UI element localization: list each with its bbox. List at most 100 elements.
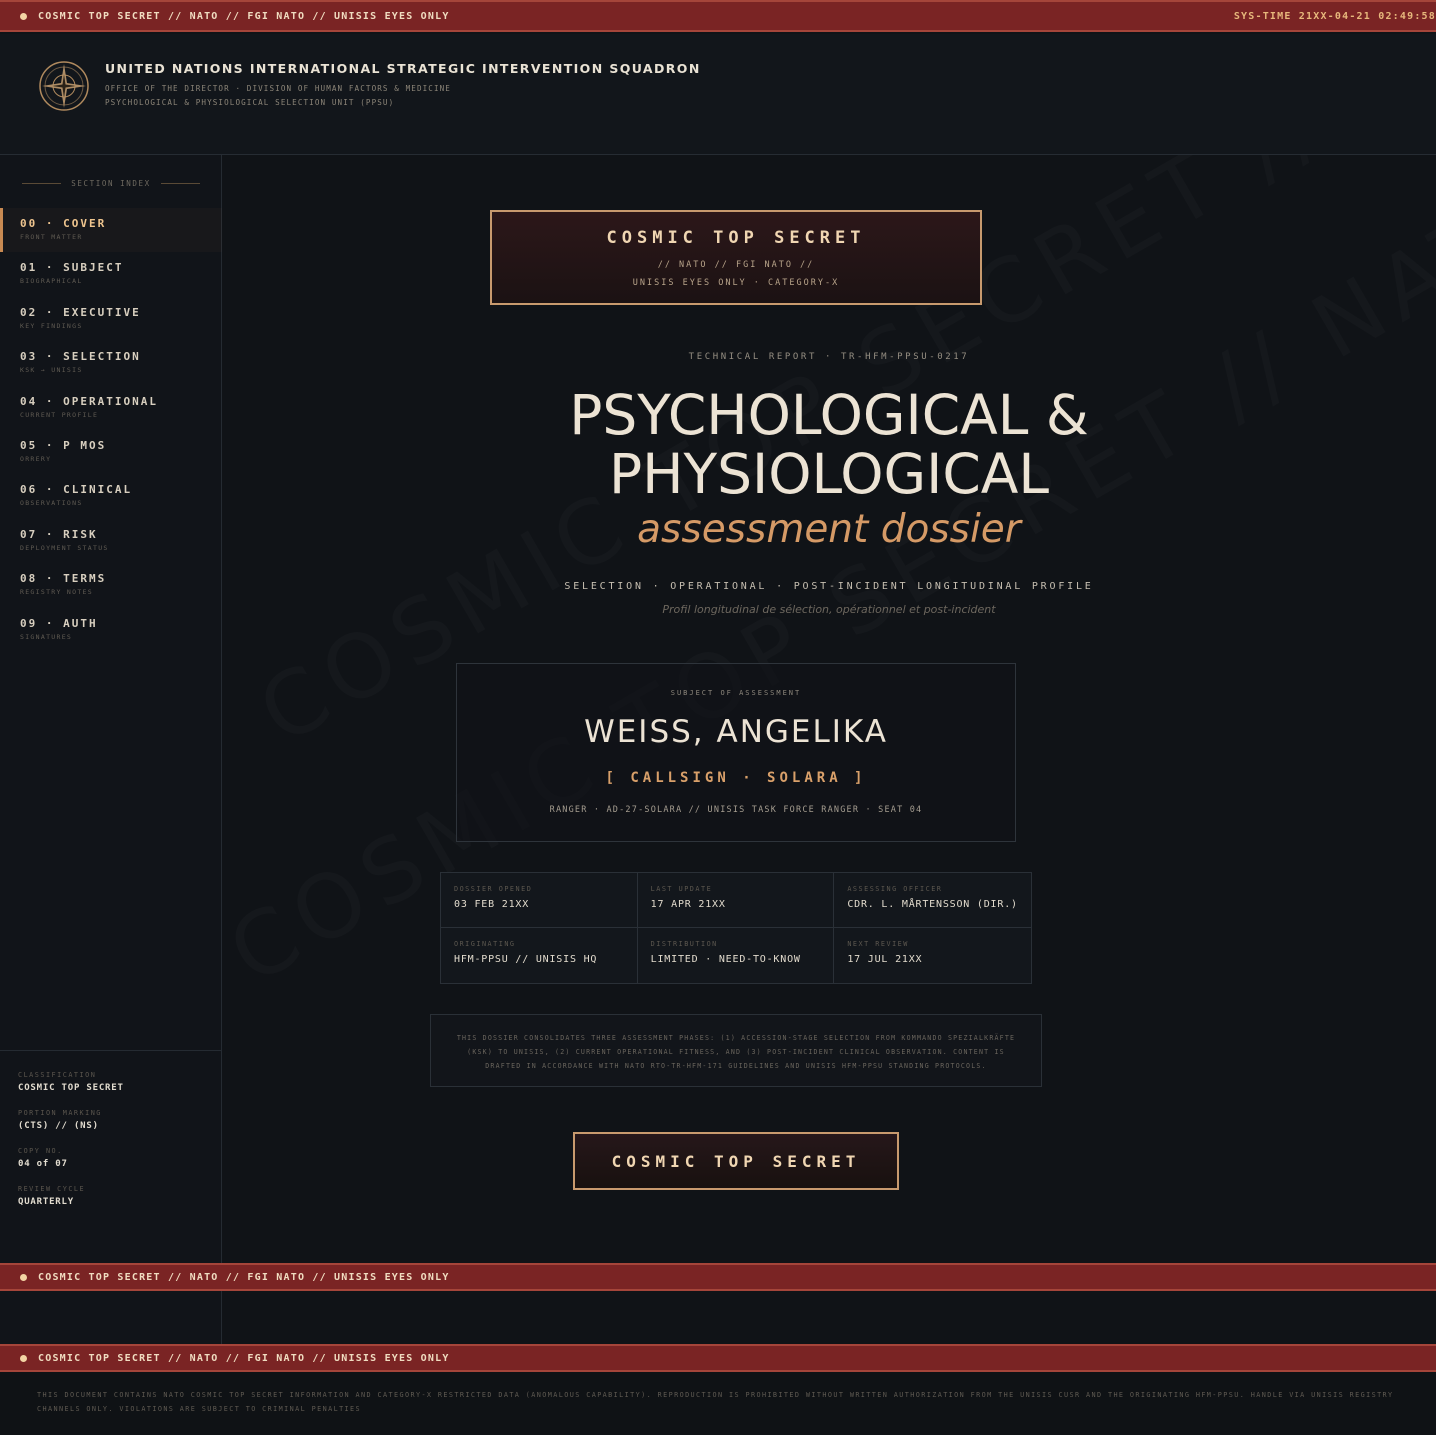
page-title-line1: PSYCHOLOGICAL & (569, 383, 1089, 447)
classification-box: COSMIC TOP SECRET // NATO // FGI NATO //… (490, 210, 982, 305)
nav-item-label: 09 · AUTH (20, 616, 98, 630)
nav-item-label: 04 · OPERATIONAL (20, 394, 158, 408)
fact-value: CDR. L. MÅRTENSSON (DIR.) (847, 899, 1018, 910)
fact-value: LIMITED · NEED-TO-KNOW (650, 954, 801, 965)
fact-cell: LAST UPDATE 17 APR 21XX (637, 873, 835, 928)
fact-key: ORIGINATING (454, 940, 516, 948)
nav-item-sub: FRONT MATTER (20, 233, 83, 241)
sidebar-continuation (0, 1291, 222, 1344)
section-index-heading: SECTION INDEX (22, 179, 200, 188)
sidebar: SECTION INDEX 00 · COVER FRONT MATTER 01… (0, 155, 222, 1263)
dossier-note: THIS DOSSIER CONSOLIDATES THREE ASSESSME… (430, 1014, 1042, 1087)
nav-item-selection[interactable]: 03 · SELECTION KSK → UNISIS (0, 341, 222, 385)
classification-banner-footer: COSMIC TOP SECRET // NATO // FGI NATO //… (0, 1344, 1436, 1372)
nav-item-label: 07 · RISK (20, 527, 98, 541)
meta-value-review-cycle: QUARTERLY (18, 1197, 74, 1207)
cover-page: COSMIC TOP SECRET // NATO // UNISIS COSM… (222, 155, 1436, 1263)
fact-key: DISTRIBUTION (650, 940, 718, 948)
classification-line2: UNISIS EYES ONLY · CATEGORY-X (632, 278, 840, 288)
banner-text: COSMIC TOP SECRET // NATO // FGI NATO //… (38, 1352, 450, 1364)
nav-item-executive[interactable]: 02 · EXECUTIVE KEY FINDINGS (0, 297, 222, 341)
fact-value: HFM-PPSU // UNISIS HQ (454, 954, 598, 965)
fact-key: ASSESSING OFFICER (847, 885, 943, 893)
fact-cell: DOSSIER OPENED 03 FEB 21XX (441, 873, 638, 928)
fact-value: 03 FEB 21XX (454, 899, 530, 910)
meta-key-classification: CLASSIFICATION (18, 1071, 97, 1079)
nav-item-sub: REGISTRY NOTES (20, 588, 93, 597)
subject-card: SUBJECT OF ASSESSMENT WEISS, ANGELIKA [ … (456, 663, 1016, 842)
nav-item-sub: SIGNATURES (20, 632, 73, 641)
meta-value-copy-no: 04 of 07 (18, 1159, 68, 1169)
office-line: OFFICE OF THE DIRECTOR · DIVISION OF HUM… (105, 84, 451, 93)
fact-key: DOSSIER OPENED (454, 885, 533, 893)
dossier-facts-grid: DOSSIER OPENED 03 FEB 21XX LAST UPDATE 1… (440, 872, 1032, 984)
compass-star-emblem-icon (39, 61, 89, 111)
classification-stamp: COSMIC TOP SECRET (573, 1132, 899, 1190)
classification-title: COSMIC TOP SECRET (606, 228, 866, 248)
phases-line: SELECTION · OPERATIONAL · POST-INCIDENT … (564, 581, 1094, 592)
nav-item-sub: DEPLOYMENT STATUS (20, 543, 109, 552)
status-dot-icon (20, 1273, 27, 1281)
nav-item-terms[interactable]: 08 · TERMS REGISTRY NOTES (0, 563, 222, 607)
spacer (0, 1291, 1436, 1344)
nav-item-label: 00 · COVER (20, 217, 107, 230)
page-header: UNITED NATIONS INTERNATIONAL STRATEGIC I… (0, 34, 1436, 155)
nav-item-label: 02 · EXECUTIVE (20, 305, 141, 319)
banner-text: COSMIC TOP SECRET // NATO // FGI NATO //… (38, 10, 450, 22)
section-nav: 00 · COVER FRONT MATTER 01 · SUBJECT BIO… (0, 208, 222, 652)
nav-item-auth[interactable]: 09 · AUTH SIGNATURES (0, 608, 222, 652)
organization-name: UNITED NATIONS INTERNATIONAL STRATEGIC I… (105, 61, 701, 76)
fact-value: 17 JUL 21XX (847, 954, 923, 965)
nav-item-sub: KSK → UNISIS (20, 366, 83, 375)
fact-key: NEXT REVIEW (847, 940, 909, 948)
french-subtitle: Profil longitudinal de sélection, opérat… (662, 603, 996, 616)
nav-item-operational[interactable]: 04 · OPERATIONAL CURRENT PROFILE (0, 386, 222, 430)
unit-line: PSYCHOLOGICAL & PHYSIOLOGICAL SELECTION … (105, 98, 395, 107)
fact-cell: NEXT REVIEW 17 JUL 21XX (834, 928, 1031, 983)
nav-item-sub: ORRERY (20, 454, 52, 463)
nav-item-sub: OBSERVATIONS (20, 499, 83, 508)
system-time: SYS-TIME 21XX-04-21 02:49:58 (1233, 10, 1436, 22)
nav-item-pmos[interactable]: 05 · P MOS ORRERY (0, 430, 222, 474)
meta-key-review-cycle: REVIEW CYCLE (18, 1185, 86, 1193)
subject-unit: RANGER · AD-27-SOLARA // UNISIS TASK FOR… (549, 805, 923, 815)
classification-banner-bottom: COSMIC TOP SECRET // NATO // FGI NATO //… (0, 1263, 1436, 1291)
nav-item-clinical[interactable]: 06 · CLINICAL OBSERVATIONS (0, 474, 222, 518)
fact-cell: DISTRIBUTION LIMITED · NEED-TO-KNOW (638, 928, 835, 983)
nav-item-sub: CURRENT PROFILE (20, 410, 99, 419)
subject-label: SUBJECT OF ASSESSMENT (670, 689, 802, 697)
nav-item-risk[interactable]: 07 · RISK DEPLOYMENT STATUS (0, 519, 222, 563)
nav-item-sub: BIOGRAPHICAL (20, 277, 83, 286)
divider (160, 183, 200, 184)
fact-key: LAST UPDATE (650, 885, 713, 893)
meta-value-portion-marking: (CTS) // (NS) (18, 1121, 99, 1131)
nav-item-sub: KEY FINDINGS (20, 321, 83, 330)
page-subtitle: assessment dossier (637, 507, 1021, 552)
nav-item-label: 05 · P MOS (20, 438, 107, 452)
fact-value: 17 APR 21XX (650, 899, 726, 910)
report-id: TECHNICAL REPORT · TR-HFM-PPSU-0217 (688, 352, 970, 362)
document-meta: CLASSIFICATION COSMIC TOP SECRET PORTION… (0, 1050, 221, 1223)
subject-name: WEISS, ANGELIKA (584, 714, 888, 750)
nav-item-label: 06 · CLINICAL (20, 483, 133, 497)
fact-cell: ORIGINATING HFM-PPSU // UNISIS HQ (441, 928, 638, 983)
status-dot-icon (20, 12, 27, 20)
status-dot-icon (20, 1354, 27, 1362)
subject-callsign: [ CALLSIGN · SOLARA ] (605, 770, 867, 786)
page-title-line2: PHYSIOLOGICAL (608, 442, 1050, 506)
classification-line1: // NATO // FGI NATO // (657, 260, 815, 270)
nav-item-label: 08 · TERMS (20, 572, 107, 586)
meta-key-portion-marking: PORTION MARKING (18, 1109, 102, 1117)
nav-item-label: 01 · SUBJECT (20, 261, 124, 275)
nav-item-subject[interactable]: 01 · SUBJECT BIOGRAPHICAL (0, 252, 222, 296)
divider (22, 183, 62, 184)
fact-cell: ASSESSING OFFICER CDR. L. MÅRTENSSON (DI… (834, 873, 1031, 928)
nav-item-label: 03 · SELECTION (20, 350, 141, 364)
legal-footer: THIS DOCUMENT CONTAINS NATO COSMIC TOP S… (0, 1372, 1436, 1435)
meta-value-classification: COSMIC TOP SECRET (18, 1083, 124, 1093)
meta-key-copy-no: COPY NO. (18, 1147, 63, 1155)
section-index-label: SECTION INDEX (71, 179, 151, 188)
classification-banner-top: COSMIC TOP SECRET // NATO // FGI NATO //… (0, 0, 1436, 32)
banner-text: COSMIC TOP SECRET // NATO // FGI NATO //… (38, 1271, 450, 1283)
nav-item-cover[interactable]: 00 · COVER FRONT MATTER (0, 208, 222, 253)
